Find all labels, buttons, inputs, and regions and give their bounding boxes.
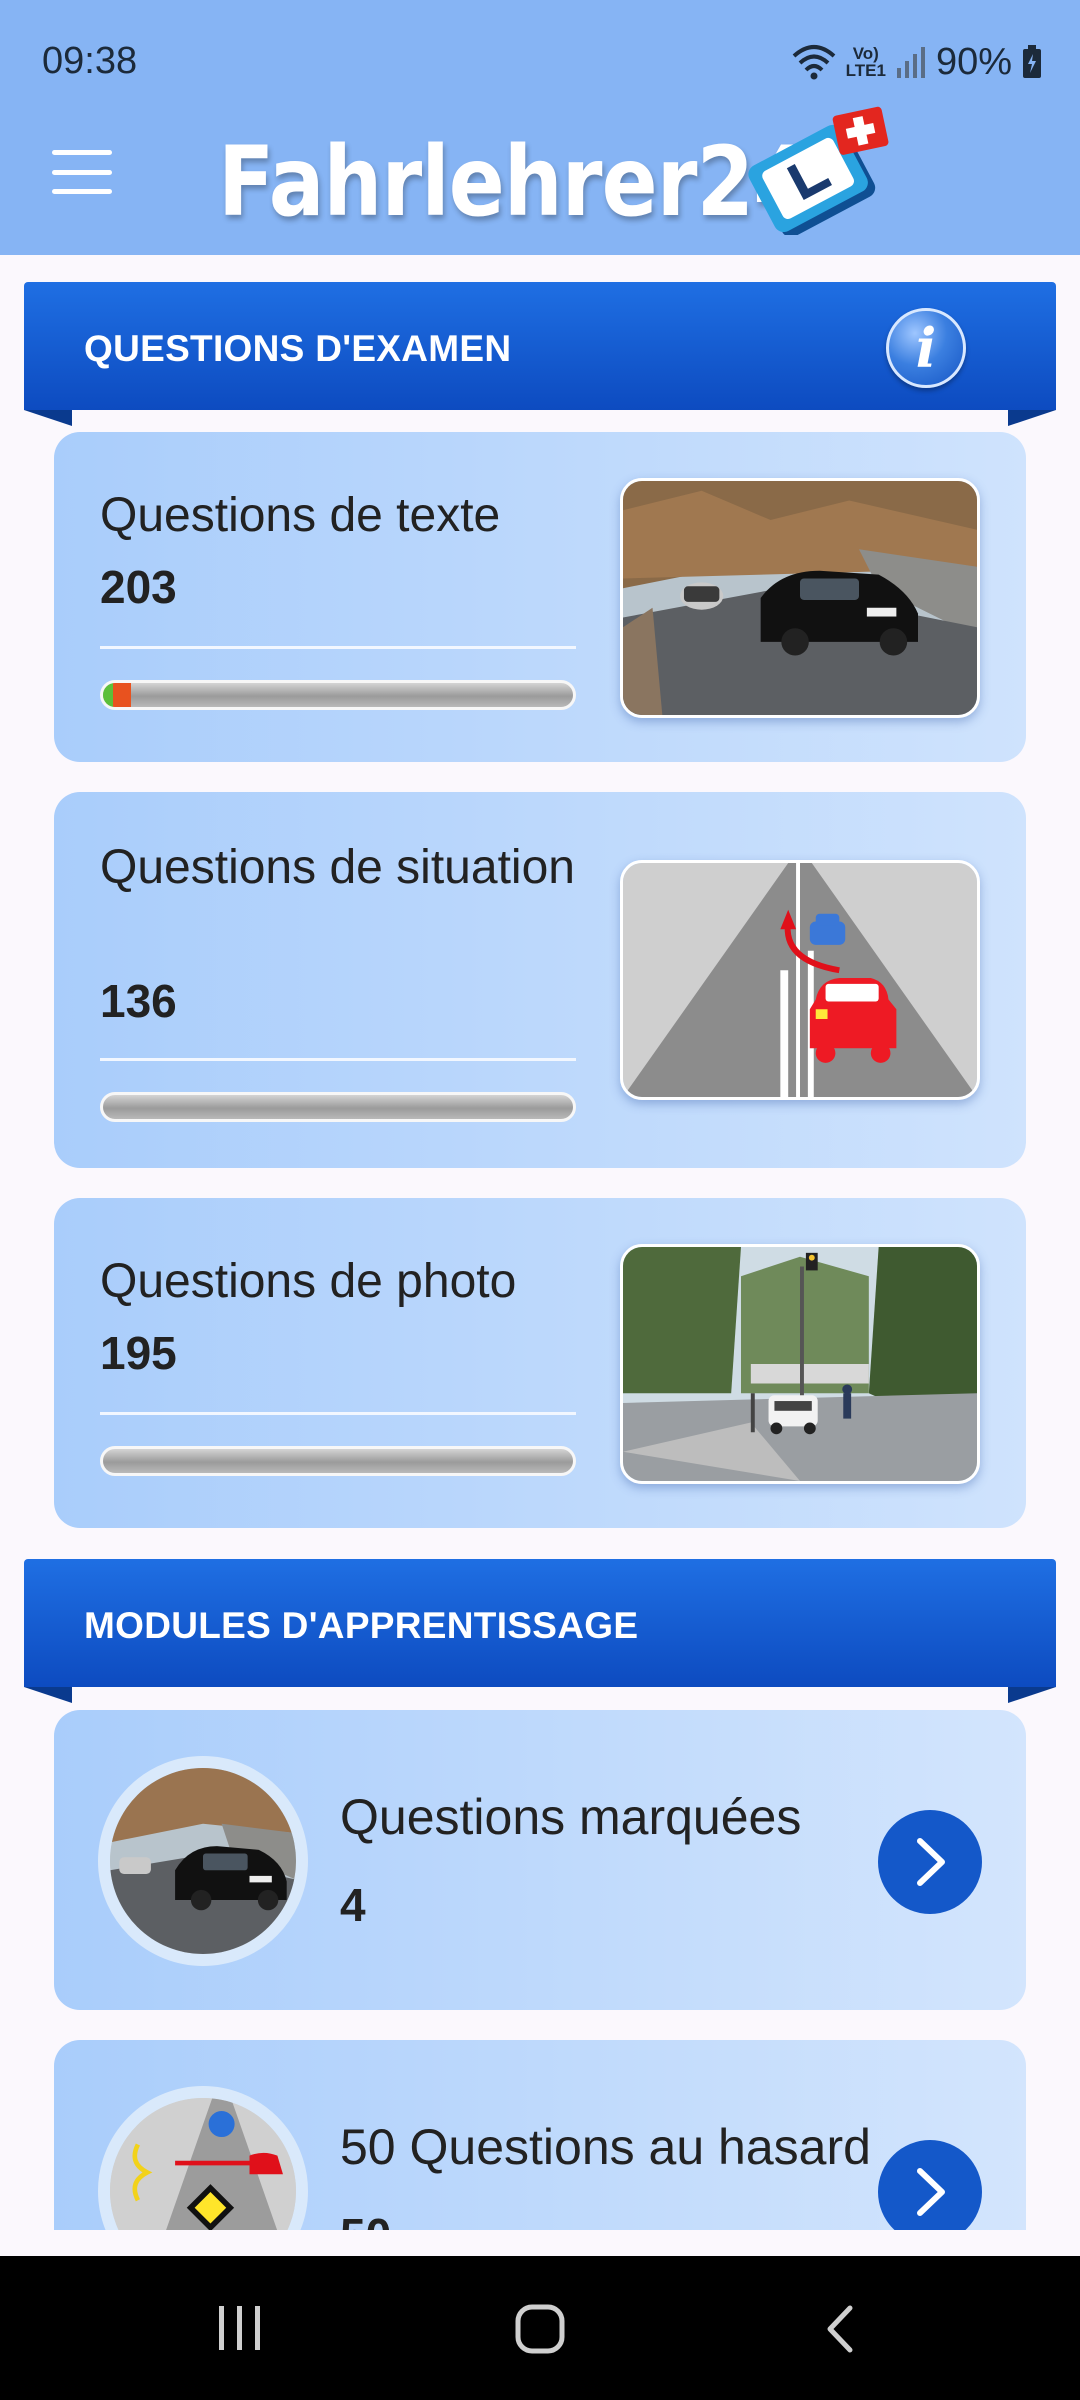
module-count: 4 — [340, 1879, 366, 1931]
exam-section-header: QUESTIONS D'EXAMEN i — [24, 282, 1056, 426]
card-text-questions[interactable]: Questions de texte 203 — [54, 432, 1026, 762]
module-title: 50 Questions au hasard — [340, 2119, 871, 2175]
info-icon[interactable]: i — [886, 308, 966, 388]
card-divider — [100, 1058, 576, 1061]
progress-bar — [100, 680, 576, 710]
card-count: 203 — [100, 561, 177, 613]
modules-section-header: MODULES D'APPRENTISSAGE — [24, 1559, 1056, 1703]
card-count: 136 — [100, 975, 177, 1027]
progress-bar — [100, 1092, 576, 1122]
road-cars-photo — [98, 1756, 308, 1966]
chevron-right-icon[interactable] — [878, 1810, 982, 1914]
traffic-situation-drawing — [620, 860, 980, 1100]
card-situation-questions[interactable]: Questions de situation 136 — [54, 792, 1026, 1168]
system-nav-bar — [0, 2256, 1080, 2400]
card-title: Questions de texte — [100, 489, 501, 542]
traffic-signs-drawing — [98, 2086, 308, 2230]
card-photo-questions[interactable]: Questions de photo 195 — [54, 1198, 1026, 1528]
home-icon[interactable] — [460, 2256, 620, 2400]
back-icon[interactable] — [760, 2256, 920, 2400]
modules-section-title: MODULES D'APPRENTISSAGE — [84, 1605, 639, 1646]
card-divider — [100, 1412, 576, 1415]
progress-bar — [100, 1446, 576, 1476]
exam-section-title: QUESTIONS D'EXAMEN — [84, 328, 512, 369]
card-title: Questions de situation — [100, 841, 575, 894]
scroll-content[interactable]: QUESTIONS D'EXAMEN i Questions de texte … — [0, 0, 1080, 2230]
module-random-questions[interactable]: 50 Questions au hasard 50 — [54, 2040, 1026, 2230]
module-count: 50 — [340, 2208, 391, 2230]
card-divider — [100, 646, 576, 649]
module-marked-questions[interactable]: Questions marquées 4 — [54, 1710, 1026, 2010]
card-count: 195 — [100, 1327, 177, 1379]
module-title: Questions marquées — [340, 1789, 802, 1845]
street-intersection-photo — [620, 1244, 980, 1484]
card-title: Questions de photo — [100, 1255, 517, 1308]
progress-fill — [103, 683, 132, 707]
chevron-right-icon[interactable] — [878, 2140, 982, 2230]
road-cars-photo — [620, 478, 980, 718]
recent-apps-icon[interactable] — [160, 2256, 320, 2400]
